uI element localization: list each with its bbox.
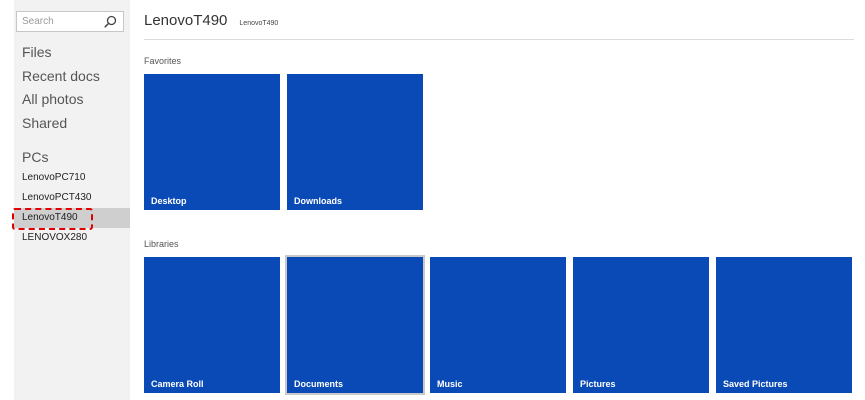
sidebar: Files Recent docs All photos Shared PCs … [14,0,130,400]
tile-downloads[interactable]: Downloads [287,74,423,210]
pc-item-lenovox280[interactable]: LENOVOX280 [14,228,130,248]
tile-label: Saved Pictures [723,379,788,389]
tile-label: Downloads [294,196,343,206]
libraries-heading: Libraries [144,239,179,249]
nav-item-all-photos[interactable]: All photos [22,89,100,113]
tile-pictures[interactable]: Pictures [573,257,709,393]
favorites-heading: Favorites [144,56,182,66]
tile-label: Camera Roll [151,379,204,389]
page-header: LenovoT490 LenovoT490 [144,12,854,40]
tile-saved-pictures[interactable]: Saved Pictures [716,257,852,393]
search-box[interactable] [16,11,124,32]
tile-desktop[interactable]: Desktop [144,74,280,210]
page-title: LenovoT490 [144,12,228,29]
tile-label: Documents [294,379,344,389]
pc-list: LenovoPC710 LenovoPCT430 LenovoT490 LENO… [14,168,130,248]
nav-item-recent-docs[interactable]: Recent docs [22,66,100,90]
tile-label: Music [437,379,463,389]
nav-item-files[interactable]: Files [22,42,100,66]
tile-music[interactable]: Music [430,257,566,393]
pcs-heading: PCs [22,149,49,165]
pc-item-lenovot490[interactable]: LenovoT490 [14,208,130,228]
sidebar-nav: Files Recent docs All photos Shared [22,42,100,136]
onedrive-app: Files Recent docs All photos Shared PCs … [0,0,865,400]
search-input[interactable] [22,14,100,29]
tile-label: Pictures [580,379,616,389]
pc-item-lenovopct430[interactable]: LenovoPCT430 [14,188,130,208]
breadcrumb[interactable]: LenovoT490 [239,20,278,27]
main-content: LenovoT490 LenovoT490 Favorites Desktop D… [144,0,856,400]
search-icon[interactable] [104,15,117,28]
nav-item-shared[interactable]: Shared [22,113,100,137]
tile-documents[interactable]: Documents [287,257,423,393]
tile-camera-roll[interactable]: Camera Roll [144,257,280,393]
tile-label: Desktop [151,196,187,206]
pc-item-lenovopc710[interactable]: LenovoPC710 [14,168,130,188]
